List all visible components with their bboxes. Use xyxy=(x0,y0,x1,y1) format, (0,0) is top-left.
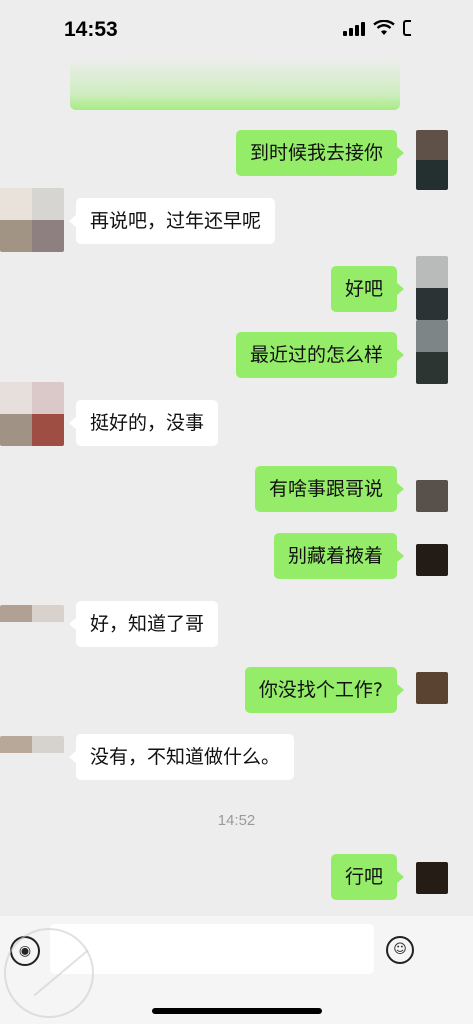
emoji-icon[interactable]: ☺ xyxy=(386,936,414,964)
outgoing-message[interactable]: 你没找个工作? xyxy=(244,667,405,713)
my-avatar[interactable] xyxy=(416,672,448,704)
chat-area[interactable]: 到时候我去接你 再说吧，过年还早呢 好吧 最近过的怎么样 挺好的，没事 有啥事跟… xyxy=(0,0,473,1024)
incoming-message[interactable]: 再说吧，过年还早呢 xyxy=(68,198,276,244)
my-avatar[interactable] xyxy=(416,130,448,190)
contact-avatar[interactable] xyxy=(0,736,64,770)
home-indicator[interactable] xyxy=(152,1008,322,1014)
contact-avatar[interactable] xyxy=(0,188,64,252)
outgoing-message[interactable]: 别藏着掖着 xyxy=(273,533,405,579)
message-timestamp: 14:52 xyxy=(217,812,256,829)
contact-avatar[interactable] xyxy=(0,605,64,639)
outgoing-message[interactable]: 有啥事跟哥说 xyxy=(254,466,405,512)
contact-avatar[interactable] xyxy=(0,382,64,446)
my-avatar[interactable] xyxy=(416,544,448,576)
incoming-message[interactable]: 没有，不知道做什么。 xyxy=(68,734,295,780)
incoming-message[interactable]: 挺好的，没事 xyxy=(68,400,219,446)
watermark-logo xyxy=(4,928,94,1018)
outgoing-message[interactable]: 最近过的怎么样 xyxy=(235,332,405,378)
outgoing-message[interactable]: 行吧 xyxy=(330,854,405,900)
outgoing-message[interactable]: 好吧 xyxy=(330,266,405,312)
my-avatar[interactable] xyxy=(416,480,448,512)
my-avatar[interactable] xyxy=(416,256,448,320)
incoming-message[interactable]: 好，知道了哥 xyxy=(68,601,219,647)
my-avatar[interactable] xyxy=(416,862,448,894)
outgoing-message[interactable]: 到时候我去接你 xyxy=(235,130,405,176)
my-avatar[interactable] xyxy=(416,320,448,384)
message-input[interactable] xyxy=(50,924,374,974)
